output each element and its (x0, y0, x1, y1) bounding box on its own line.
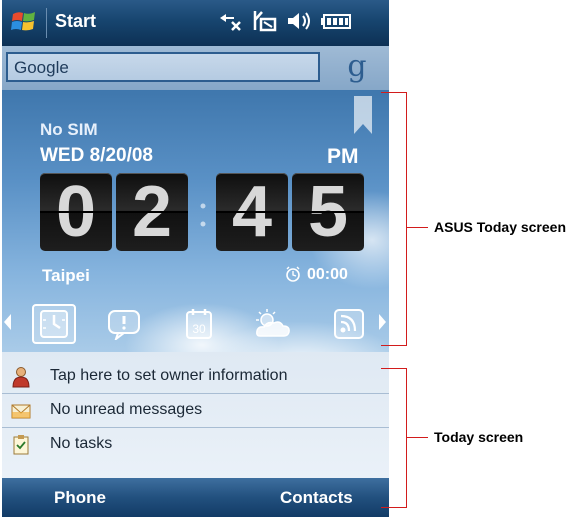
today-callout: Today screen (434, 429, 524, 445)
windows-start-icon[interactable] (10, 8, 38, 36)
tab-clock[interactable] (32, 304, 76, 344)
alarm-time[interactable]: 00:00 (307, 266, 348, 284)
clock-hour-tens: 0 (40, 173, 112, 251)
owner-icon (12, 367, 30, 388)
tab-calendar[interactable]: 30 (177, 304, 221, 344)
google-search-input[interactable]: Google (6, 52, 320, 82)
clock-minute-tens: 4 (216, 173, 288, 251)
date-display: WED 8/20/08 (40, 145, 153, 166)
messages-row[interactable]: No unread messages (2, 394, 389, 428)
ampm-indicator: PM (327, 145, 359, 168)
contacts-softkey[interactable]: Contacts (280, 488, 353, 508)
tab-scroll-left-icon[interactable] (4, 314, 11, 330)
calendar-day-label: 30 (192, 322, 206, 336)
clock-hour-ones: 2 (116, 173, 188, 251)
antenna-no-signal-icon[interactable] (252, 8, 278, 34)
tasks-row[interactable]: No tasks (2, 428, 389, 461)
speaker-icon[interactable] (285, 8, 313, 34)
tab-weather[interactable] (246, 304, 300, 344)
start-label[interactable]: Start (55, 11, 96, 32)
rss-icon (334, 309, 364, 339)
asus-today-bracket (381, 92, 407, 346)
google-search-bar: Google g (2, 46, 389, 90)
asus-today-leader (406, 227, 428, 228)
device-screen: Start Google g No SIM WED 8/20/08 PM 0 2… (2, 0, 389, 517)
weather-icon (256, 309, 290, 337)
tab-rss[interactable] (327, 304, 371, 344)
owner-info-row[interactable]: Tap here to set owner information (2, 360, 389, 394)
tasks-icon (13, 435, 29, 455)
asus-today-callout: ASUS Today screen (434, 219, 567, 235)
calendar-icon: 30 (186, 309, 212, 339)
phone-softkey[interactable]: Phone (54, 488, 106, 508)
today-bracket (381, 368, 407, 508)
envelope-icon (11, 404, 31, 419)
clock-icon (40, 310, 68, 338)
battery-icon[interactable] (320, 8, 354, 34)
messages-label: No unread messages (50, 401, 203, 418)
today-list: Tap here to set owner information No unr… (2, 352, 389, 478)
clock-colon (200, 203, 206, 227)
title-bar: Start (2, 0, 389, 46)
message-icon (108, 310, 140, 340)
google-search-button[interactable]: g (332, 50, 382, 84)
bookmark-flag-icon[interactable] (352, 94, 374, 136)
connectivity-off-icon[interactable] (216, 8, 244, 34)
tasks-label: No tasks (50, 435, 113, 452)
asus-today-panel: No SIM WED 8/20/08 PM 0 2 4 5 Taipei 00:… (2, 90, 389, 352)
tab-messages[interactable] (102, 304, 146, 344)
owner-info-label: Tap here to set owner information (50, 367, 288, 384)
today-leader (406, 437, 428, 438)
softkey-bar: Phone Contacts (2, 478, 389, 517)
asus-tab-bar: 30 (2, 300, 389, 348)
title-separator (46, 8, 47, 38)
sim-status: No SIM (40, 120, 98, 139)
city-name[interactable]: Taipei (42, 266, 90, 286)
alarm-clock-icon (286, 266, 300, 282)
clock-minute-ones: 5 (292, 173, 364, 251)
